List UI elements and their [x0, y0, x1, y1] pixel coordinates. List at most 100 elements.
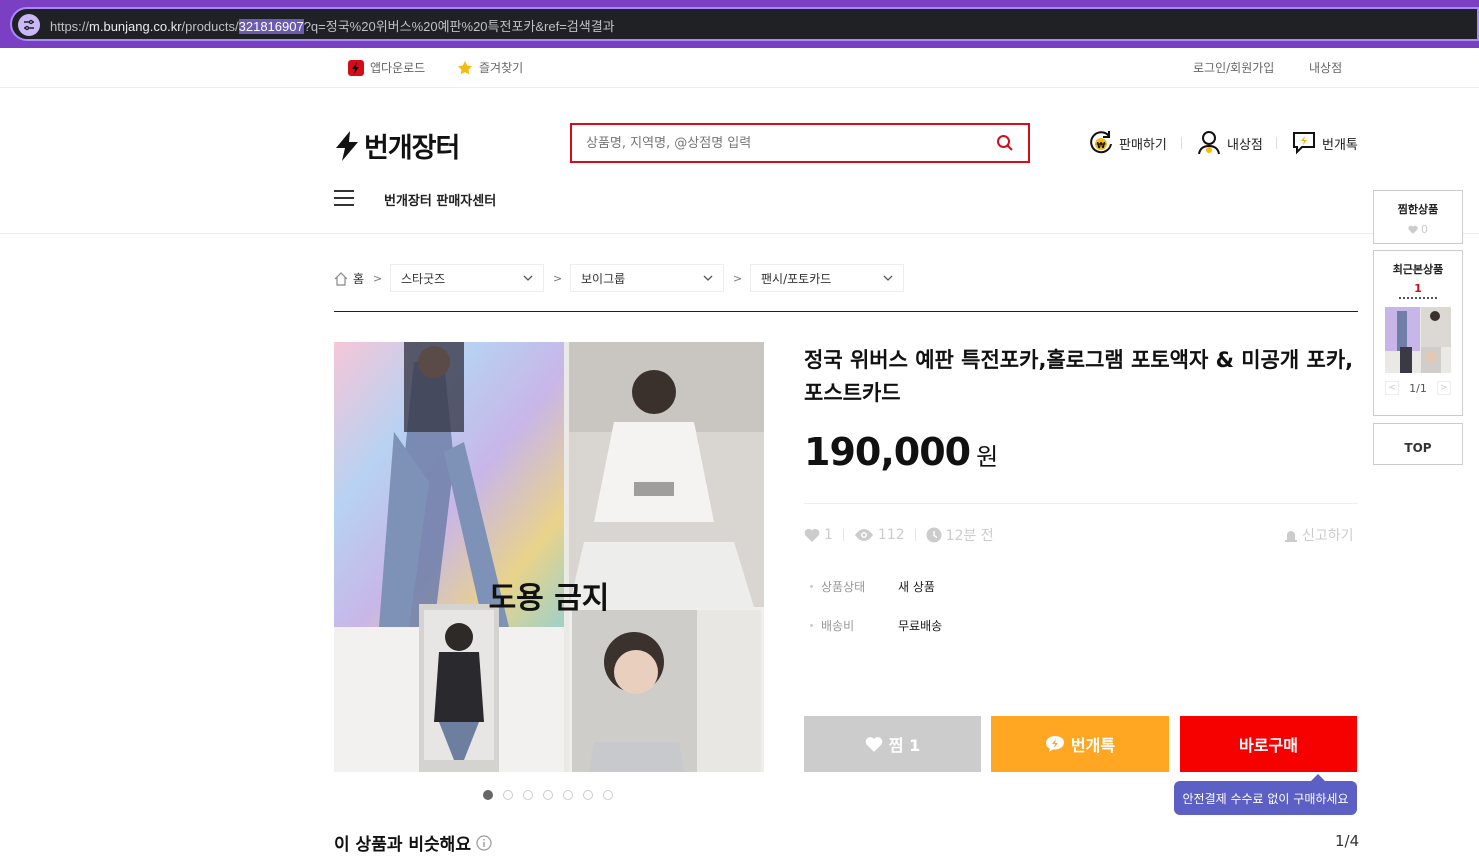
breadcrumb-select-cat1[interactable]: 스타굿즈 — [390, 264, 544, 292]
search-input[interactable] — [572, 125, 972, 161]
breadcrumb-home-label: 홈 — [353, 272, 365, 286]
bookmark-link[interactable]: 즐겨찾기 — [457, 59, 523, 76]
time-stat: 12분 전 — [926, 525, 994, 545]
similar-pager: 1/4 — [1335, 832, 1360, 850]
product-price: 190,000 원 — [804, 430, 998, 474]
my-shop-link[interactable]: 내상점 — [1197, 130, 1263, 156]
seller-center-link[interactable]: 번개장터 판매자센터 — [384, 190, 496, 209]
pagination-dot[interactable] — [483, 790, 493, 800]
info-icon[interactable] — [476, 834, 492, 851]
recent-viewed-panel: 최근본상품 1 < 1/1 > — [1373, 250, 1463, 416]
time-ago: 12분 전 — [945, 528, 994, 544]
talk-label: 번개톡 — [1322, 137, 1358, 153]
bullet — [810, 624, 813, 627]
stat-divider — [842, 529, 844, 541]
util-my-shop-label: 내상점 — [1309, 61, 1343, 75]
heart-icon — [865, 737, 883, 752]
util-bar: 앱다운로드 즐겨찾기 로그인/회원가입 내상점 — [0, 48, 1479, 88]
wish-count: 0 — [1421, 223, 1428, 236]
talk-button-label: 번개톡 — [1070, 736, 1116, 755]
bookmark-label: 즐겨찾기 — [479, 61, 524, 75]
url-highlight: 321816907 — [238, 19, 304, 34]
product-main-image[interactable]: 도용 금지 — [334, 342, 764, 772]
my-shop-label: 내상점 — [1227, 137, 1263, 153]
wish-label: 찜 1 — [888, 736, 921, 755]
search-icon[interactable] — [996, 134, 1014, 156]
breadcrumb-underline — [334, 311, 1358, 312]
recent-dotline — [1399, 297, 1437, 299]
report-label: 신고하기 — [1302, 528, 1354, 544]
url-text[interactable]: https://m.bunjang.co.kr/products/3218169… — [50, 16, 615, 35]
safe-pay-tooltip: 안전결제 수수료 없이 구매하세요 — [1174, 774, 1357, 815]
talk-link[interactable]: 번개톡 — [1292, 130, 1358, 156]
breadcrumb-cat2-label: 보이그룹 — [581, 271, 626, 286]
wish-panel-count: 0 — [1374, 223, 1462, 236]
header-divider — [1181, 137, 1182, 149]
chevron-down-icon — [523, 275, 533, 281]
talk-button[interactable]: 번개톡 — [991, 716, 1169, 772]
wish-list-panel[interactable]: 찜한상품 0 — [1373, 190, 1463, 244]
url-query: ?q=정국%20위버스%20예판%20특전포카&ref=검색결과 — [303, 19, 615, 34]
eye-icon — [854, 529, 873, 541]
pagination-dot[interactable] — [603, 790, 613, 800]
util-my-shop-link[interactable]: 내상점 — [1309, 59, 1342, 76]
buy-now-label: 바로구매 — [1239, 736, 1298, 755]
attr-key: 상품상태 — [821, 580, 866, 594]
url-path: /products/ — [181, 19, 239, 34]
app-bolt-icon — [348, 59, 364, 76]
chevron-right-icon: > — [733, 272, 743, 285]
pagination-dot[interactable] — [503, 790, 513, 800]
product-title: 정국 위버스 예판 특전포카,홀로그램 포토액자 & 미공개 포카, 포스트카드 — [804, 348, 1354, 405]
tooltip-text: 안전결제 수수료 없이 구매하세요 — [1182, 791, 1349, 806]
recent-thumbnail[interactable] — [1385, 307, 1451, 373]
app-download-label: 앱다운로드 — [370, 61, 426, 75]
login-link[interactable]: 로그인/회원가입 — [1193, 59, 1274, 76]
attr-key: 배송비 — [821, 619, 855, 633]
price-value: 190,000 — [804, 430, 971, 474]
recent-pager: < 1/1 > — [1374, 381, 1462, 395]
chat-bubble-icon — [1045, 736, 1064, 752]
svg-text:₩: ₩ — [1097, 141, 1106, 150]
chevron-right-icon: > — [553, 272, 563, 285]
stat-divider — [914, 529, 916, 541]
breadcrumb-select-cat2[interactable]: 보이그룹 — [570, 264, 724, 292]
sell-link[interactable]: ₩ 판매하기 — [1089, 130, 1167, 156]
pagination-dot[interactable] — [523, 790, 533, 800]
address-bar[interactable]: https://m.bunjang.co.kr/products/3218169… — [10, 7, 1479, 41]
chevron-right-icon[interactable]: > — [1436, 381, 1451, 395]
pagination-dot[interactable] — [563, 790, 573, 800]
like-count: 1 — [824, 527, 833, 543]
pagination-dot[interactable] — [583, 790, 593, 800]
top-label: TOP — [1404, 441, 1432, 455]
recent-thumb-image — [1385, 307, 1451, 373]
browser-toolbar: https://m.bunjang.co.kr/products/3218169… — [0, 0, 1479, 48]
hamburger-menu-icon[interactable] — [334, 190, 354, 206]
wish-panel-title: 찜한상품 — [1397, 203, 1439, 216]
pagination-dot[interactable] — [543, 790, 553, 800]
product-photo: 도용 금지 — [334, 342, 764, 772]
buy-now-button[interactable]: 바로구매 — [1180, 716, 1357, 772]
url-prefix: https:// — [50, 19, 90, 34]
search-box — [570, 123, 1030, 163]
chevron-left-icon[interactable]: < — [1385, 381, 1400, 395]
top-button[interactable]: TOP — [1373, 423, 1463, 465]
view-count-stat: 112 — [854, 527, 905, 543]
breadcrumb-select-cat3[interactable]: 팬시/포토카드 — [750, 264, 904, 292]
user-icon — [1198, 131, 1220, 155]
report-button[interactable]: 신고하기 — [1284, 525, 1354, 545]
breadcrumb-home[interactable]: 홈 — [334, 270, 364, 287]
product-stats: 1 112 12분 전 — [804, 525, 994, 545]
info-divider — [804, 503, 1358, 504]
watermark-text: 도용 금지 — [489, 581, 610, 616]
recent-count: 1 — [1414, 282, 1422, 295]
wish-button[interactable]: 찜 1 — [804, 716, 981, 772]
breadcrumb-cat3-label: 팬시/포토카드 — [761, 271, 832, 286]
recent-panel-title: 최근본상품 — [1392, 263, 1444, 276]
breadcrumb-cat1-label: 스타굿즈 — [401, 271, 446, 286]
star-icon — [458, 60, 472, 74]
chat-icon — [1293, 132, 1315, 155]
app-download-link[interactable]: 앱다운로드 — [348, 59, 425, 76]
logo[interactable]: 번개장터 — [334, 126, 460, 165]
site-settings-icon[interactable] — [18, 14, 40, 36]
heart-icon — [1408, 225, 1418, 234]
